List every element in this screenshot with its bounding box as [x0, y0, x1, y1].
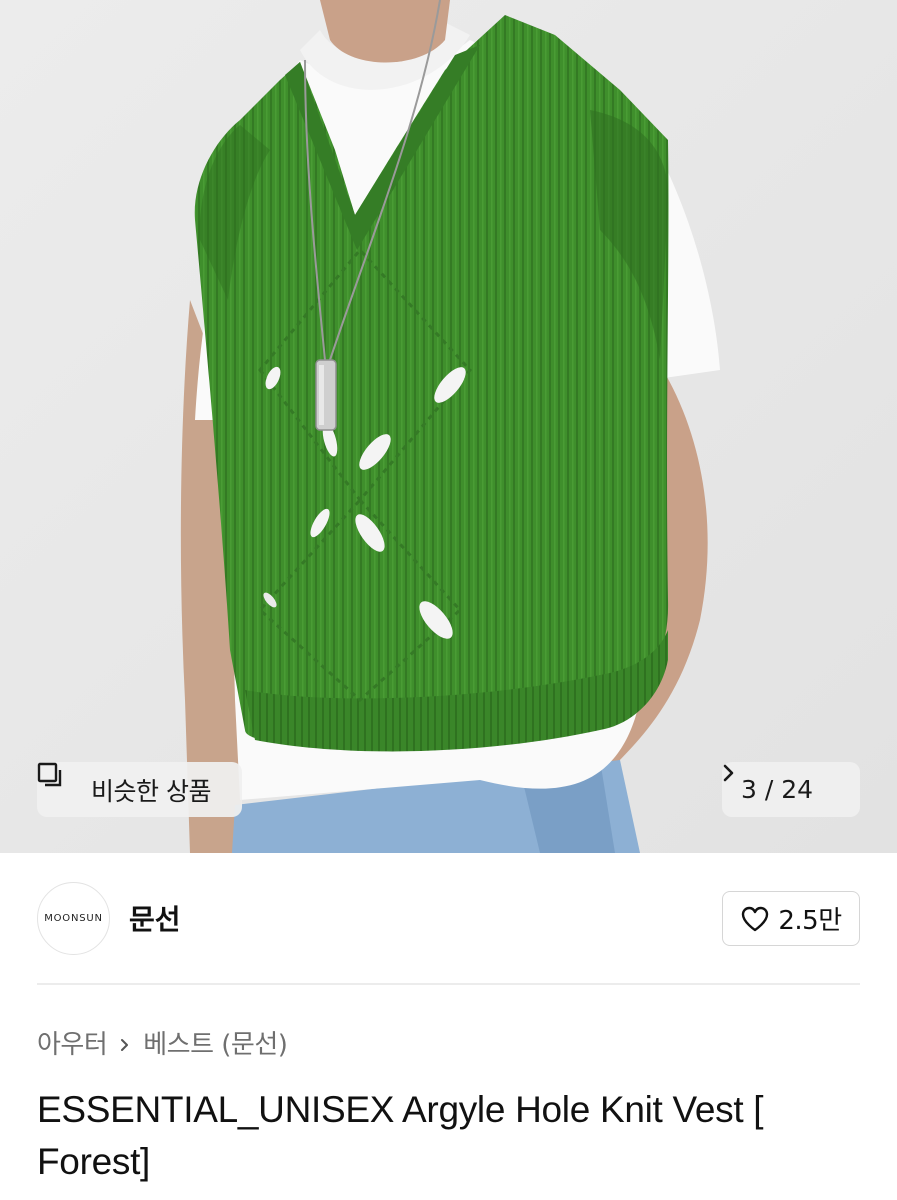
- chevron-right-icon: [723, 764, 841, 801]
- similar-products-button[interactable]: 비슷한 상품: [37, 762, 242, 817]
- brand-logo[interactable]: MOONSUN: [37, 881, 110, 955]
- brand-logo-text: MOONSUN: [44, 912, 103, 924]
- product-title: ESSENTIAL_UNISEX Argyle Hole Knit Vest […: [37, 1089, 764, 1182]
- image-pager-count: 3 / 24: [740, 775, 814, 804]
- brand-name[interactable]: 문선: [129, 898, 181, 938]
- product-photo: [0, 0, 897, 853]
- image-pager-button[interactable]: 3 / 24: [722, 762, 860, 817]
- breadcrumb-item-vest[interactable]: 베스트 (문선): [143, 1024, 288, 1061]
- breadcrumb-item-outer[interactable]: 아우터: [37, 1024, 108, 1061]
- section-divider: [37, 983, 860, 985]
- like-count: 2.5만: [778, 906, 842, 936]
- product-image-gallery[interactable]: 비슷한 상품 3 / 24: [0, 0, 897, 853]
- chevron-right-icon: [119, 1032, 131, 1052]
- brand-like-button[interactable]: 2.5만: [722, 891, 860, 946]
- similar-items-icon: [37, 762, 81, 803]
- breadcrumb: 아우터 베스트 (문선): [37, 1022, 288, 1062]
- brand-row: MOONSUN 문선 2.5만: [37, 880, 860, 956]
- heart-icon: [740, 905, 770, 933]
- similar-products-label: 비슷한 상품: [91, 776, 211, 806]
